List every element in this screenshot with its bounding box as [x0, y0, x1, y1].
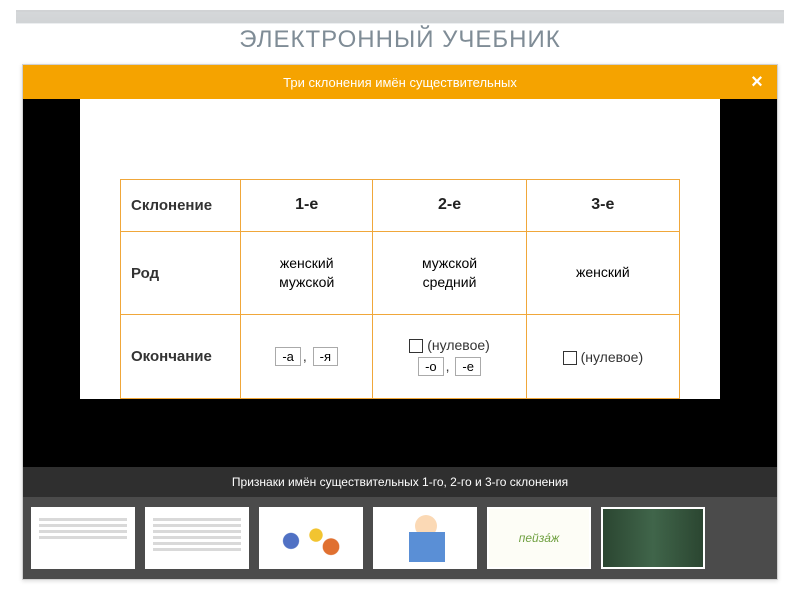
close-icon[interactable]: × — [747, 72, 767, 92]
declension-table: Склонение 1-е 2-е 3-е Род женский мужско… — [120, 179, 680, 399]
viewer-title: Три склонения имён существительных — [283, 75, 517, 90]
ending-3: (нулевое) — [526, 315, 679, 399]
row-header-declension: Склонение — [121, 180, 241, 232]
content-page: Склонение 1-е 2-е 3-е Род женский мужско… — [80, 99, 720, 399]
media-viewer: Три склонения имён существительных × Скл… — [22, 64, 778, 580]
gender-2: мужской средний — [373, 231, 526, 314]
gender-1a: женский — [280, 255, 334, 271]
gender-1b: мужской — [279, 274, 334, 290]
ending-2-null: (нулевое) — [427, 337, 490, 353]
gender-3: женский — [526, 231, 679, 314]
ending-2: (нулевое) -о, -е — [373, 315, 526, 399]
row-header-ending: Окончание — [121, 315, 241, 399]
thumbnail-1[interactable] — [31, 507, 135, 569]
thumbnail-preview-icon — [261, 509, 361, 567]
empty-box-icon — [563, 351, 577, 365]
ending-2-o: -о — [418, 357, 444, 376]
caption-bar: Признаки имён существительных 1-го, 2-го… — [23, 467, 777, 497]
ending-2-e: -е — [455, 357, 481, 376]
gender-2a: мужской — [422, 255, 477, 271]
ending-1-ya: -я — [313, 347, 338, 366]
thumbnail-4[interactable] — [373, 507, 477, 569]
ending-1-a: -а — [275, 347, 301, 366]
ending-1: -а, -я — [241, 315, 373, 399]
col-2: 2-е — [373, 180, 526, 232]
thumbnail-preview-icon — [603, 509, 703, 567]
thumbnail-2[interactable] — [145, 507, 249, 569]
viewer-header: Три склонения имён существительных × — [23, 65, 777, 99]
thumbnail-5[interactable]: пейзáж — [487, 507, 591, 569]
thumbnail-strip: пейзáж — [23, 497, 777, 579]
viewer-stage: Склонение 1-е 2-е 3-е Род женский мужско… — [23, 99, 777, 467]
page-title: ЭЛЕКТРОННЫЙ УЧЕБНИК — [0, 26, 800, 54]
ending-3-null: (нулевое) — [581, 349, 644, 365]
sep-2: , — [446, 358, 454, 374]
thumbnail-3[interactable] — [259, 507, 363, 569]
row-header-gender: Род — [121, 231, 241, 314]
empty-box-icon — [409, 339, 423, 353]
col-3: 3-е — [526, 180, 679, 232]
caption-text: Признаки имён существительных 1-го, 2-го… — [232, 475, 568, 489]
thumbnail-preview-icon — [39, 515, 127, 561]
col-1: 1-е — [241, 180, 373, 232]
gender-2b: средний — [423, 274, 477, 290]
thumbnail-preview-icon — [375, 509, 475, 567]
thumbnail-preview-icon — [153, 515, 241, 561]
slide: ЭЛЕКТРОННЫЙ УЧЕБНИК Три склонения имён с… — [0, 0, 800, 600]
decorative-band — [16, 10, 784, 24]
gender-1: женский мужской — [241, 231, 373, 314]
sep-1: , — [303, 348, 311, 364]
thumbnail-6[interactable] — [601, 507, 705, 569]
thumbnail-word: пейзáж — [489, 509, 589, 567]
